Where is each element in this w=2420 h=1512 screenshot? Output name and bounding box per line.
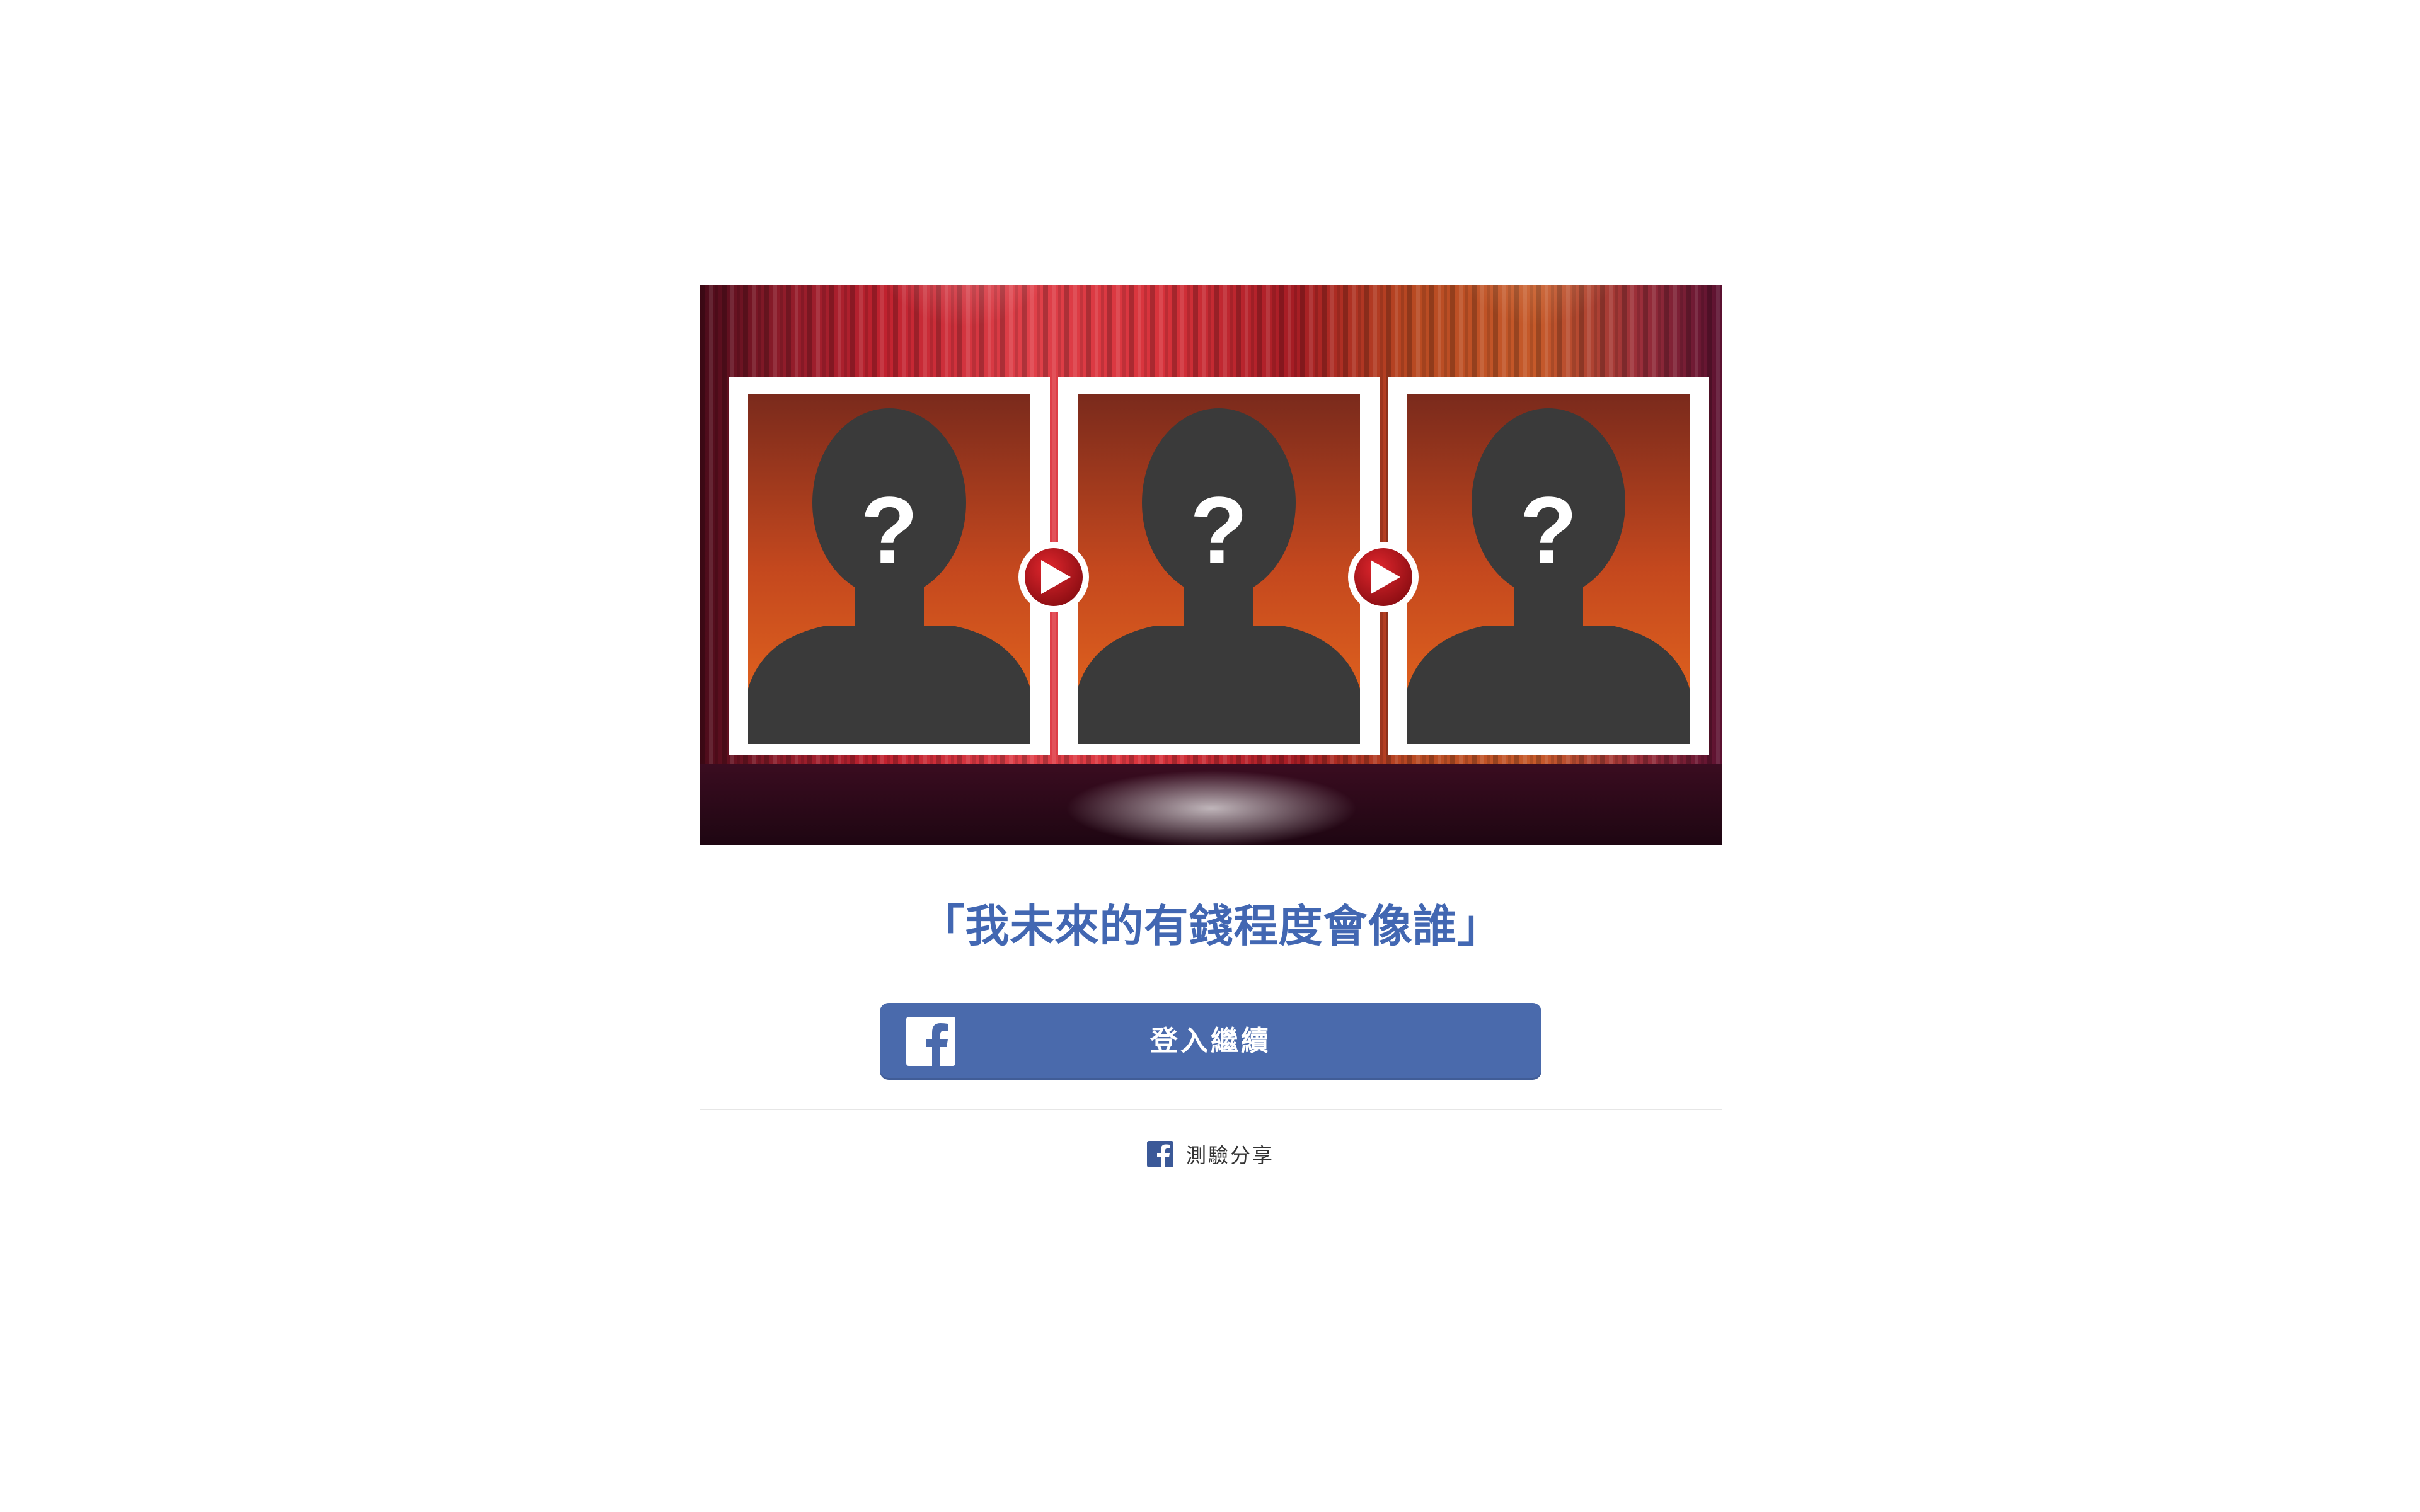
- quiz-title: 「我未來的有錢程度會像誰」: [920, 900, 1502, 952]
- share-label: 測驗分享: [1186, 1143, 1275, 1167]
- facebook-icon: [1147, 1141, 1173, 1167]
- portrait-frame-1: ?: [729, 377, 1050, 755]
- play-arrow-icon: [1018, 542, 1089, 612]
- portrait-frame-3: ?: [1388, 377, 1709, 755]
- login-label: 登入繼續: [1150, 1025, 1271, 1057]
- facebook-login-button[interactable]: 登入繼續: [880, 1003, 1541, 1080]
- play-arrow-icon: [1348, 542, 1419, 612]
- share-quiz-link[interactable]: 測驗分享: [1147, 1138, 1274, 1171]
- question-mark: ?: [860, 477, 918, 583]
- page: ? ? ? 「我未來的有錢程度會像誰」 登入繼續 測驗分享: [0, 0, 2420, 1512]
- divider: [700, 1109, 1722, 1110]
- quiz-banner: ? ? ?: [700, 285, 1722, 845]
- question-mark: ?: [1190, 477, 1248, 583]
- question-mark: ?: [1519, 477, 1577, 583]
- portrait-frame-2: ?: [1058, 377, 1380, 755]
